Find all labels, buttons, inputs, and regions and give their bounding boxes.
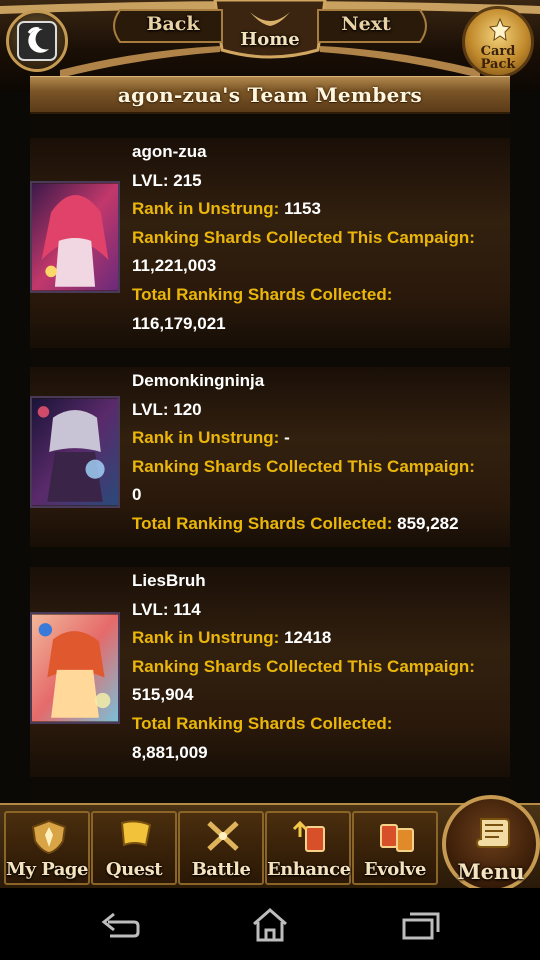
campaign-shards-label: Ranking Shards Collected This Campaign:: [132, 227, 475, 247]
back-arrow-icon[interactable]: [98, 908, 142, 942]
system-nav-bar: [0, 888, 540, 960]
member-portrait[interactable]: [30, 612, 120, 724]
total-shards-value: 116,179,021: [132, 313, 226, 333]
member-rank: Rank in Unstrung: 1153: [132, 195, 507, 224]
battle-label: Battle: [191, 859, 251, 880]
rank-label: Rank in Unstrung:: [132, 199, 280, 219]
member-row[interactable]: agon-zua LVL: 215 Rank in Unstrung: 1153…: [30, 138, 510, 348]
moon-icon: [27, 27, 49, 53]
member-name: agon-zua: [132, 142, 207, 161]
total-shards-value: 859,282: [397, 513, 459, 533]
member-portrait[interactable]: [30, 181, 120, 293]
next-button[interactable]: Next: [316, 8, 416, 44]
member-level: LVL: 114: [132, 596, 507, 625]
rank-value: -: [284, 428, 290, 448]
card-pack-icon: [489, 18, 511, 42]
campaign-shards-value: 11,221,003: [132, 256, 217, 276]
lvl-label: LVL:: [132, 170, 169, 190]
campaign-shards-value: 515,904: [132, 685, 194, 705]
rank-label: Rank in Unstrung:: [132, 428, 280, 448]
back-button[interactable]: Back: [123, 8, 223, 44]
lvl-value: 120: [173, 399, 202, 419]
member-total: Total Ranking Shards Collected: 859,282: [132, 510, 507, 539]
member-stats: LiesBruh LVL: 114 Rank in Unstrung: 1241…: [132, 567, 507, 767]
my-page-button[interactable]: My Page: [4, 811, 90, 885]
member-stats: agon-zua LVL: 215 Rank in Unstrung: 1153…: [132, 138, 507, 338]
total-shards-value: 8,881,009: [132, 742, 208, 762]
lvl-value: 114: [173, 599, 201, 619]
app-logo-inner: [17, 21, 57, 61]
member-name: Demonkingninja: [132, 371, 265, 390]
enhance-label: Enhance: [267, 859, 351, 880]
enhance-button[interactable]: Enhance: [265, 811, 351, 885]
lvl-label: LVL:: [132, 599, 169, 619]
page-title: agon-zua's Team Members: [117, 83, 423, 107]
rank-label: Rank in Unstrung:: [132, 628, 280, 648]
member-name: LiesBruh: [132, 571, 206, 590]
member-stats: Demonkingninja LVL: 120 Rank in Unstrung…: [132, 367, 507, 539]
my-page-label: My Page: [6, 859, 88, 880]
member-rank: Rank in Unstrung: 12418: [132, 624, 507, 653]
lvl-value: 215: [173, 170, 202, 190]
bottom-menu: My Page Quest Battle Enhance Evolve Menu: [0, 795, 540, 893]
menu-label: Menu: [457, 859, 525, 884]
battle-button[interactable]: Battle: [178, 811, 264, 885]
total-shards-label: Total Ranking Shards Collected:: [132, 713, 393, 733]
quest-label: Quest: [105, 859, 163, 880]
evolve-label: Evolve: [364, 859, 426, 880]
evolve-button[interactable]: Evolve: [352, 811, 438, 885]
card-pack-label-2: Pack: [480, 57, 516, 72]
crossed-swords-icon: [207, 821, 239, 851]
team-member-list: agon-zua LVL: 215 Rank in Unstrung: 1153…: [30, 114, 510, 804]
campaign-shards-value: 0: [132, 485, 142, 505]
enhance-cards-icon: [292, 820, 325, 852]
rank-value: 12418: [284, 628, 332, 648]
member-portrait[interactable]: [30, 396, 120, 508]
scroll-icon: [475, 818, 510, 848]
rank-value: 1153: [284, 199, 321, 219]
title-bar: agon-zua's Team Members: [30, 76, 510, 114]
menu-button[interactable]: Menu: [442, 795, 540, 893]
member-row[interactable]: LiesBruh LVL: 114 Rank in Unstrung: 1241…: [30, 567, 510, 777]
lvl-label: LVL:: [132, 399, 169, 419]
campaign-shards-label: Ranking Shards Collected This Campaign:: [132, 656, 475, 676]
evolve-cards-icon: [380, 824, 414, 852]
app-logo-icon[interactable]: [6, 10, 68, 72]
quest-button[interactable]: Quest: [91, 811, 177, 885]
flag-icon: [120, 820, 152, 847]
total-shards-label: Total Ranking Shards Collected:: [132, 513, 393, 533]
member-level: LVL: 215: [132, 167, 507, 196]
card-pack-button[interactable]: Card Pack: [462, 6, 534, 78]
member-rank: Rank in Unstrung: -: [132, 424, 507, 453]
shield-icon: [31, 819, 67, 855]
home-button[interactable]: Home: [221, 0, 319, 56]
home-icon[interactable]: [248, 908, 292, 942]
member-row[interactable]: Demonkingninja LVL: 120 Rank in Unstrung…: [30, 367, 510, 547]
campaign-shards-label: Ranking Shards Collected This Campaign:: [132, 456, 475, 476]
member-level: LVL: 120: [132, 396, 507, 425]
total-shards-label: Total Ranking Shards Collected:: [132, 284, 393, 304]
recent-apps-icon[interactable]: [398, 908, 442, 942]
